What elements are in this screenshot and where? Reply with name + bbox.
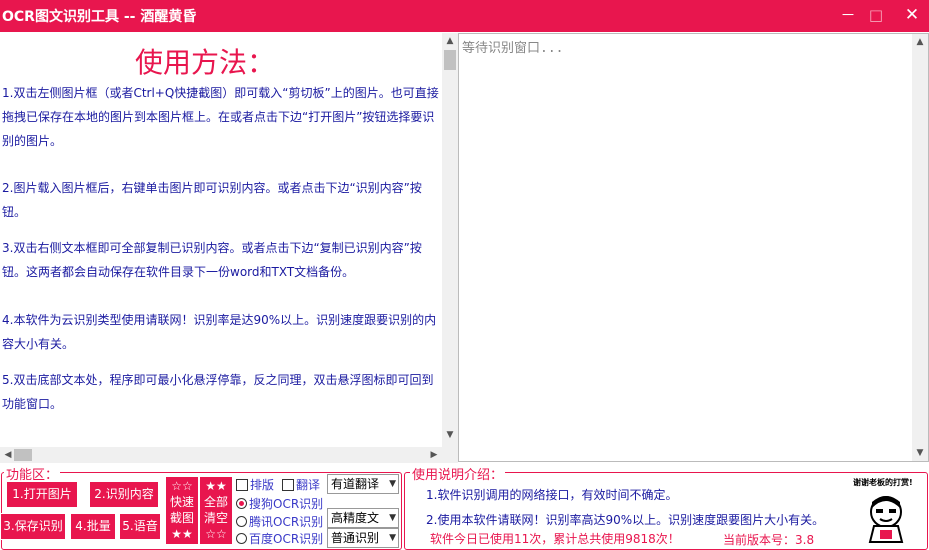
- title-bar: OCR图文识别工具 -- 酒醒黄昏 － □ ✕: [0, 0, 929, 32]
- chevron-down-icon: ▼: [389, 479, 396, 489]
- instruction-item-4: 4.本软件为云识别类型使用请联网！识别率是达90%以上。识别速度跟要识别的内容大…: [2, 313, 437, 351]
- image-panel[interactable]: 使用方法： 1.双击左侧图片框（或者Ctrl+Q快捷截图）即可载入“剪切板”上的…: [0, 33, 442, 447]
- note-line-2: 2.使用本软件请联网！识别率高达90%以上。识别速度跟要图片大小有关。: [426, 513, 825, 527]
- quick-screenshot-button[interactable]: ☆☆ 快速 截图 ★★: [166, 477, 198, 544]
- meme-avatar-icon[interactable]: [864, 492, 908, 544]
- right-vertical-scrollbar[interactable]: ▲ ▼: [912, 34, 928, 461]
- thanks-text: 谢谢老板的打赏!: [853, 478, 913, 487]
- tencent-mode-select[interactable]: 高精度文 ▼: [327, 508, 399, 528]
- instructions-heading: 使用方法：: [134, 46, 275, 79]
- usage-count[interactable]: 软件今日已使用11次，累计总共使用9818次！: [430, 530, 680, 547]
- ocr-output-textbox[interactable]: 等待识别窗口... ▲ ▼: [458, 33, 929, 462]
- notes-group-legend: 使用说明介绍：: [410, 464, 506, 483]
- translate-engine-select[interactable]: 有道翻译 ▼: [327, 474, 399, 494]
- left-horizontal-scrollbar[interactable]: ◀ ▶: [0, 447, 442, 463]
- scroll-right-icon[interactable]: ▶: [426, 447, 442, 463]
- instruction-item-1: 1.双击左侧图片框（或者Ctrl+Q快捷截图）即可载入“剪切板”上的图片。也可直…: [2, 86, 439, 148]
- scroll-thumb[interactable]: [444, 50, 456, 70]
- version-label: 当前版本号：3.8: [723, 533, 815, 547]
- save-recognition-button[interactable]: 3.保存识别: [0, 513, 66, 540]
- instruction-item-3: 3.双击右侧文本框即可全部复制已识别内容。或者点击下边“复制已识别内容”按钮。这…: [2, 241, 422, 279]
- radio-icon[interactable]: [236, 498, 247, 509]
- h-scroll-thumb[interactable]: [14, 449, 32, 461]
- translate-checkbox[interactable]: 翻译: [282, 476, 320, 493]
- window-title: OCR图文识别工具 -- 酒醒黄昏: [2, 9, 197, 25]
- voice-button[interactable]: 5.语音: [119, 513, 161, 540]
- instruction-item-2: 2.图片载入图片框后，右键单击图片即可识别内容。或者点击下边“识别内容”按钮。: [2, 181, 422, 219]
- engine-radio-baidu[interactable]: 百度OCR识别: [236, 530, 323, 547]
- minimize-button[interactable]: －: [836, 4, 860, 26]
- maximize-button[interactable]: □: [864, 4, 888, 26]
- engine-radio-tencent[interactable]: 腾讯OCR识别: [236, 513, 323, 530]
- open-image-button[interactable]: 1.打开图片: [6, 481, 78, 508]
- scroll-down-icon[interactable]: ▼: [442, 427, 458, 443]
- engine-radio-sogou[interactable]: 搜狗OCR识别: [236, 495, 323, 512]
- scroll-corner: [442, 447, 458, 463]
- scroll-down-icon[interactable]: ▼: [912, 445, 928, 461]
- checkbox-icon[interactable]: [282, 479, 294, 491]
- clear-all-button[interactable]: ★★ 全部 清空 ☆☆: [200, 477, 232, 544]
- recognize-button[interactable]: 2.识别内容: [89, 481, 159, 508]
- chevron-down-icon: ▼: [389, 533, 396, 543]
- radio-icon[interactable]: [236, 516, 247, 527]
- left-vertical-scrollbar[interactable]: ▲ ▼: [442, 33, 458, 447]
- chevron-down-icon: ▼: [389, 513, 396, 523]
- note-line-1: 1.软件识别调用的网络接口，有效时间不确定。: [426, 488, 678, 502]
- checkbox-icon[interactable]: [236, 479, 248, 491]
- output-placeholder: 等待识别窗口...: [462, 41, 564, 56]
- layout-checkbox[interactable]: 排版: [236, 476, 274, 493]
- instruction-item-5: 5.双击底部文本处，程序即可最小化悬浮停靠，反之同理，双击悬浮图标即可回到功能窗…: [2, 373, 434, 411]
- scroll-up-icon[interactable]: ▲: [442, 33, 458, 49]
- radio-icon[interactable]: [236, 533, 247, 544]
- close-button[interactable]: ✕: [900, 4, 924, 26]
- baidu-mode-select[interactable]: 普通识别 ▼: [327, 528, 399, 548]
- scroll-up-icon[interactable]: ▲: [912, 34, 928, 50]
- batch-button[interactable]: 4.批量: [70, 513, 116, 540]
